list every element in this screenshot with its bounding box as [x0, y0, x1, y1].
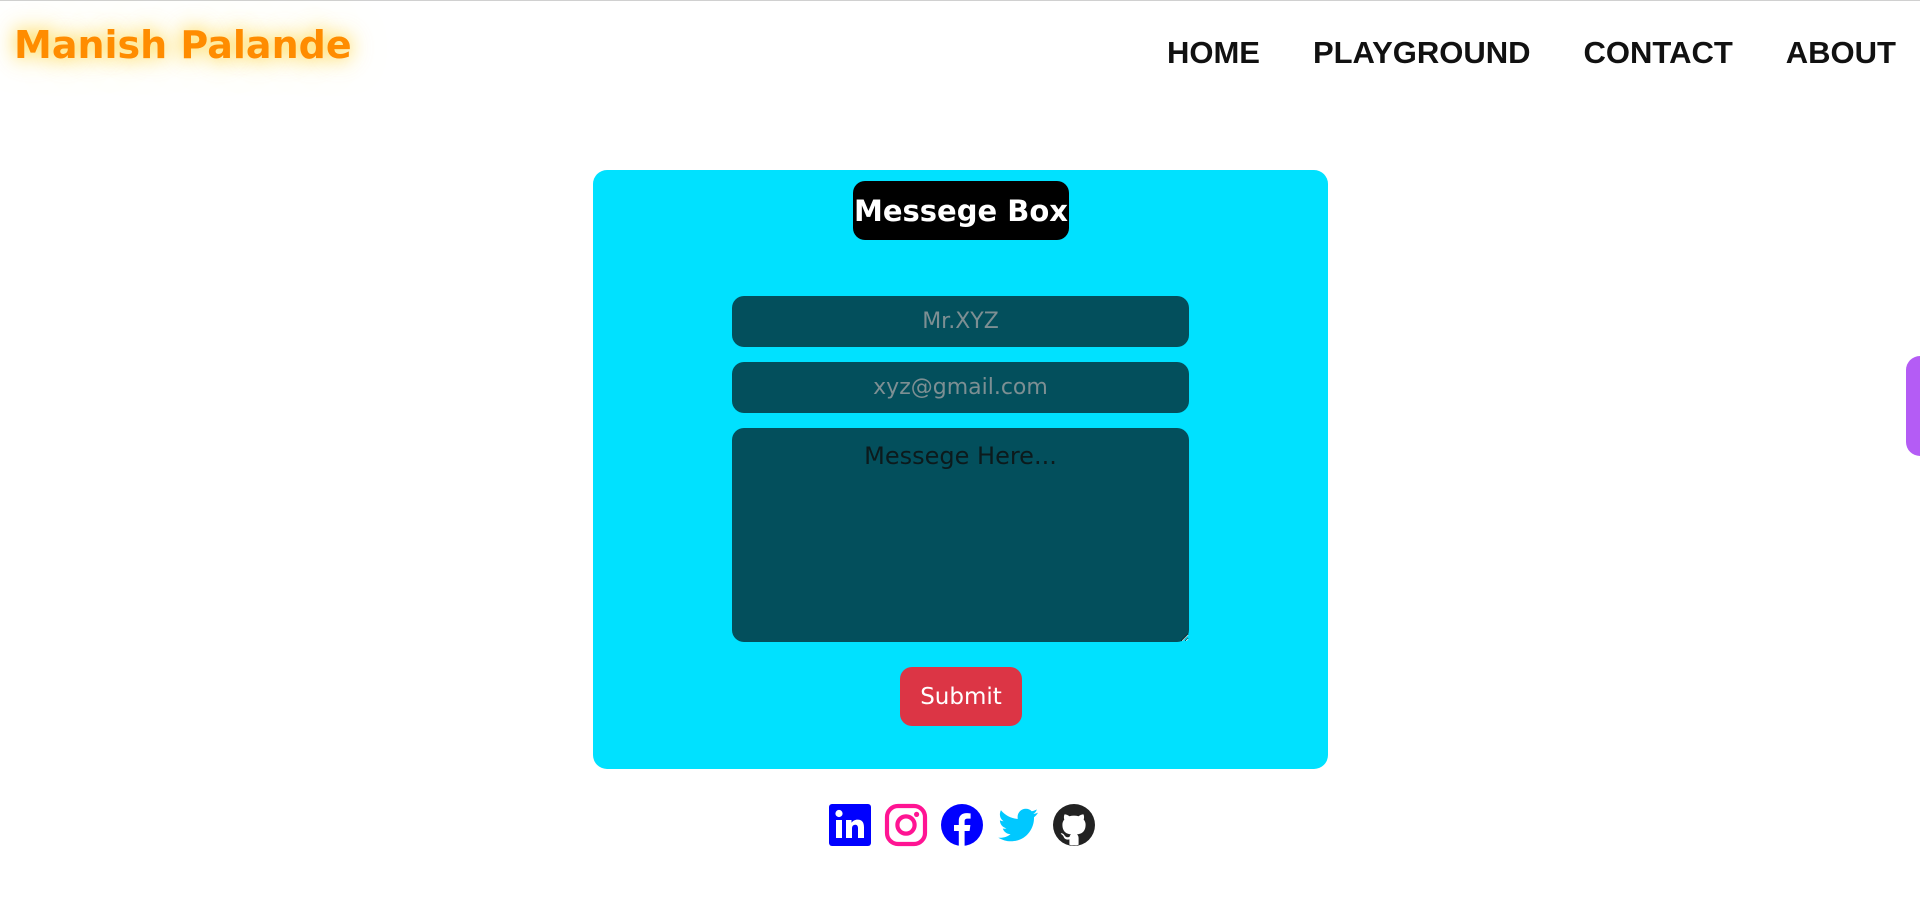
nav-home[interactable]: HOME [1167, 35, 1260, 71]
nav-contact[interactable]: CONTACT [1584, 35, 1733, 71]
github-icon[interactable] [1052, 803, 1096, 847]
brand-logo[interactable]: Manish Palande [14, 23, 352, 67]
nav-playground[interactable]: PLAYGROUND [1313, 35, 1531, 71]
facebook-icon[interactable] [940, 803, 984, 847]
nav-links: HOME PLAYGROUND CONTACT ABOUT [1114, 35, 1896, 71]
message-box-title: Messege Box [853, 181, 1069, 240]
name-input[interactable] [732, 296, 1189, 347]
email-input[interactable] [732, 362, 1189, 413]
navbar: Manish Palande HOME PLAYGROUND CONTACT A… [0, 1, 1920, 109]
linkedin-icon[interactable] [828, 803, 872, 847]
submit-button[interactable]: Submit [900, 667, 1022, 726]
side-tab[interactable] [1906, 356, 1920, 456]
message-textarea[interactable] [732, 428, 1189, 642]
nav-about[interactable]: ABOUT [1786, 35, 1896, 71]
message-card: Messege Box Submit [593, 170, 1328, 769]
instagram-icon[interactable] [884, 803, 928, 847]
social-links [828, 803, 1096, 847]
twitter-icon[interactable] [996, 803, 1040, 847]
